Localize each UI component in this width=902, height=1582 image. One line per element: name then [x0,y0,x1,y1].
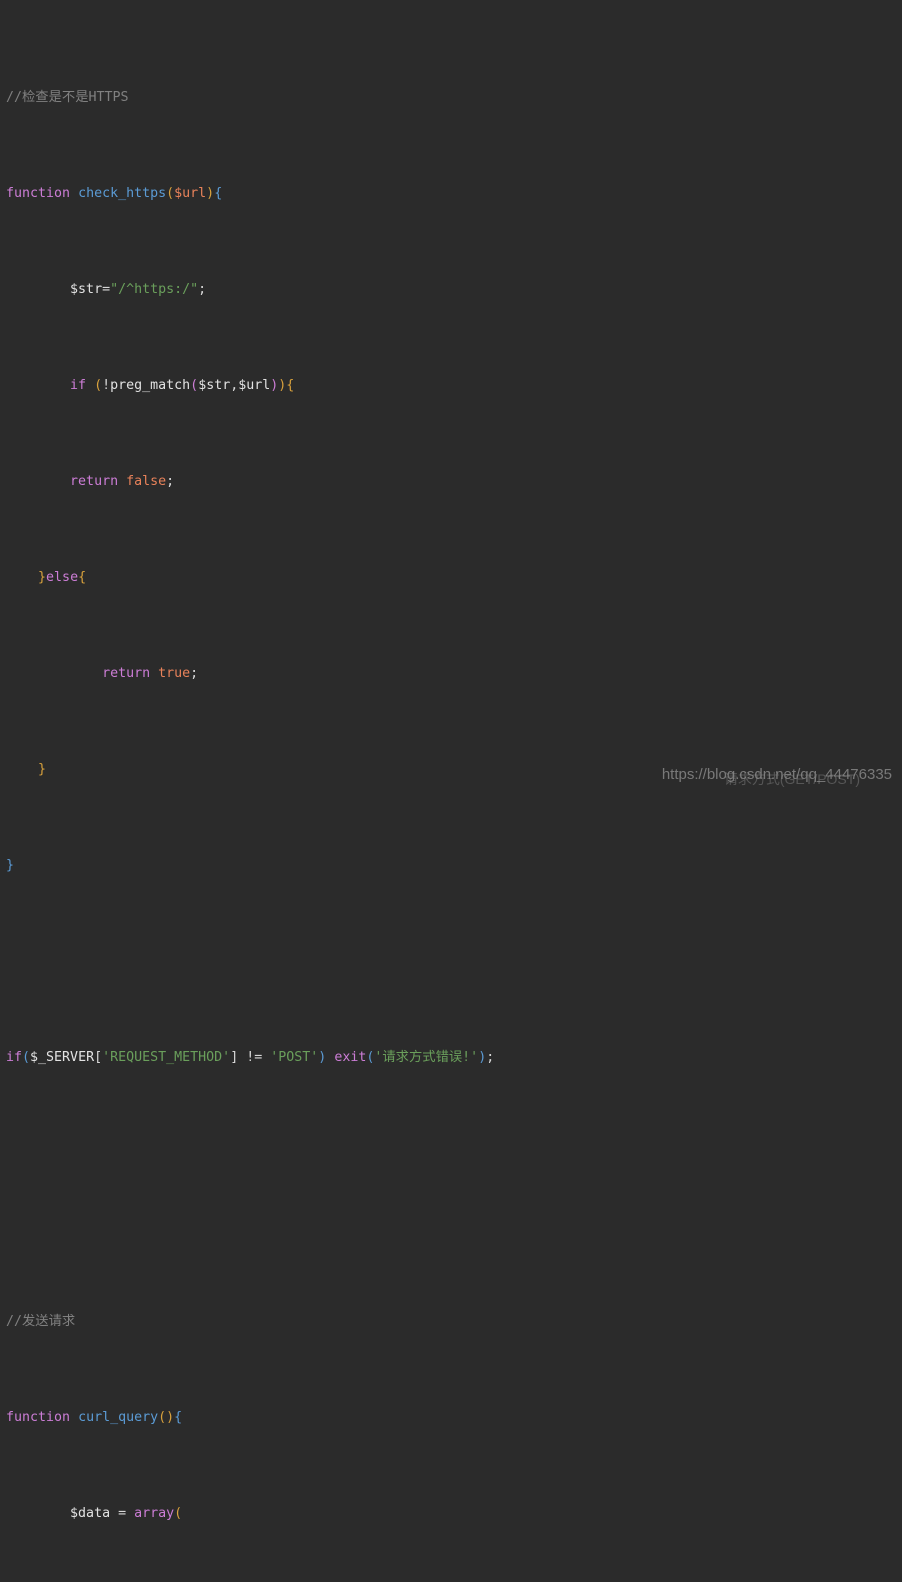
code-token-comment: //检查是不是HTTPS [6,90,129,105]
code-token-semicolon: ; [166,474,175,489]
code-token-indent [6,666,102,681]
code-line: function check_https($url){ [6,182,902,206]
code-token-paren: ( [94,378,103,393]
code-token-indent [6,474,70,489]
code-token-operator: != [246,1050,263,1065]
code-token-bracket: [ [94,1050,103,1065]
code-line: $data = array( [6,1502,902,1526]
code-token-semicolon: ; [486,1050,495,1065]
code-token-constant: true [158,666,191,681]
code-token-keyword: if [70,378,87,393]
code-line: } [6,758,902,782]
code-line: if (!preg_match($str,$url)){ [6,374,902,398]
code-token-brace: } [38,762,47,777]
code-token-variable: $str [198,378,231,393]
code-token-variable: $url [238,378,271,393]
code-token-indent [6,378,70,393]
code-line: return false; [6,470,902,494]
code-token-paren: ( [366,1050,375,1065]
code-line: if($_SERVER['REQUEST_METHOD'] != 'POST')… [6,1046,902,1070]
code-token-paren: ( [166,186,175,201]
code-line: $str="/^https:/"; [6,278,902,302]
code-line: } [6,854,902,878]
code-token-operator: ! [102,378,111,393]
code-token-brace: { [286,378,295,393]
code-token-brace: } [38,570,47,585]
code-token-paren: ( [190,378,199,393]
code-token-paren: ( [22,1050,31,1065]
code-token-call: preg_match [110,378,191,393]
code-token-brace: } [6,858,15,873]
code-token-string: '请求方式错误!' [374,1050,479,1065]
code-token-keyword: if [6,1050,23,1065]
code-token-string: 'POST' [270,1050,319,1065]
code-token-function-name: check_https [78,186,167,201]
code-token-paren: ( [174,1506,183,1521]
code-token-keyword: else [46,570,79,585]
code-token-variable: $data [70,1506,111,1521]
code-token-bracket: ] [230,1050,239,1065]
code-line: function curl_query(){ [6,1406,902,1430]
code-token-keyword: exit [334,1050,367,1065]
code-token-brace: { [78,570,87,585]
code-token-brace: { [214,186,223,201]
code-token-string: "/^https:/" [110,282,199,297]
code-content[interactable]: //检查是不是HTTPS function check_https($url){… [6,14,902,1582]
code-line: //发送请求 [6,1310,902,1334]
code-token-keyword: return [102,666,151,681]
code-token-function-name: curl_query [78,1410,159,1425]
code-line: }else{ [6,566,902,590]
code-token-comment: //发送请求 [6,1314,76,1329]
code-token-semicolon: ; [190,666,199,681]
code-token-paren: () [158,1410,175,1425]
code-token-superglobal: $_SERVER [30,1050,95,1065]
code-token-keyword: return [70,474,119,489]
code-token-keyword: array [134,1506,175,1521]
code-token-operator: = [102,282,111,297]
code-token-indent [6,1506,70,1521]
code-token-paren: ) [478,1050,487,1065]
code-token-indent [6,282,70,297]
code-line: return true; [6,662,902,686]
code-token-semicolon: ; [198,282,207,297]
code-line: //检查是不是HTTPS [6,86,902,110]
code-token-keyword: function [6,186,71,201]
code-token-operator: = [118,1506,127,1521]
code-editor[interactable]: //检查是不是HTTPS function check_https($url){… [0,0,902,1521]
code-token-constant: false [126,474,167,489]
code-token-paren: ) [206,186,215,201]
code-token-brace: { [174,1410,183,1425]
code-token-indent [6,570,38,585]
code-token-variable: $str [70,282,103,297]
code-token-indent [6,762,38,777]
code-token-paren: ) [318,1050,327,1065]
code-token-keyword: function [6,1410,71,1425]
code-token-string: 'REQUEST_METHOD' [102,1050,231,1065]
code-token-param: $url [174,186,207,201]
